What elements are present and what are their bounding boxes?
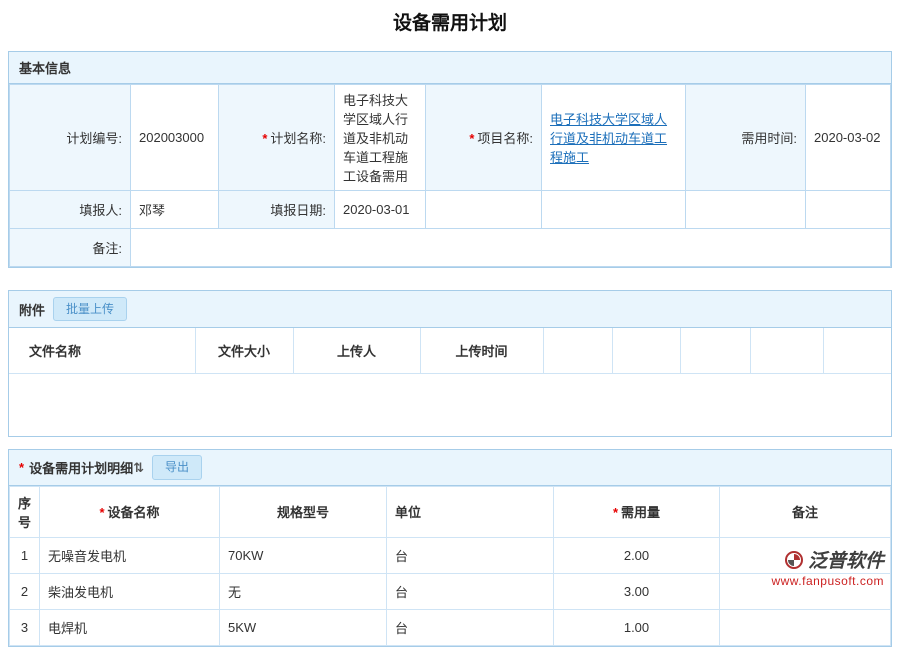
empty-cell bbox=[426, 191, 542, 229]
cell-unit: 台 bbox=[387, 573, 554, 609]
basic-info-title: 基本信息 bbox=[19, 58, 71, 77]
required-asterisk: * bbox=[99, 505, 104, 520]
table-row: 1 无噪音发电机 70KW 台 2.00 bbox=[10, 537, 891, 573]
remark-value bbox=[131, 229, 891, 267]
attachment-col-empty bbox=[680, 328, 750, 374]
basic-info-table: 计划编号: 202003000 *计划名称: 电子科技大学区域人行道及非机动车道… bbox=[9, 84, 891, 267]
plan-name-label-cell: *计划名称: bbox=[219, 85, 335, 191]
table-row: 2 柴油发电机 无 台 3.00 bbox=[10, 573, 891, 609]
basic-info-panel: 基本信息 计划编号: 202003000 *计划名称: 电子科技大学区域人行道及… bbox=[8, 51, 892, 268]
cell-qty: 3.00 bbox=[554, 573, 720, 609]
attachment-col-file-name: 文件名称 bbox=[9, 328, 195, 374]
sort-icon[interactable]: ⇅ bbox=[133, 460, 144, 476]
attachments-panel: 附件 批量上传 文件名称 文件大小 上传人 上传时间 bbox=[8, 290, 892, 437]
detail-header: * 设备需用计划明细 ⇅ 导出 bbox=[9, 450, 891, 485]
cell-spec: 5KW bbox=[220, 609, 387, 645]
detail-col-name-label: 设备名称 bbox=[108, 505, 160, 520]
detail-col-unit: 单位 bbox=[387, 486, 554, 537]
detail-col-name: * 设备名称 bbox=[40, 486, 220, 537]
need-time-label: 需用时间: bbox=[741, 131, 797, 146]
attachments-table: 文件名称 文件大小 上传人 上传时间 bbox=[9, 328, 891, 374]
cell-qty: 1.00 bbox=[554, 609, 720, 645]
cell-remark bbox=[720, 573, 891, 609]
required-asterisk: * bbox=[613, 505, 618, 520]
plan-no-value: 202003000 bbox=[131, 85, 219, 191]
cell-name: 无噪音发电机 bbox=[40, 537, 220, 573]
detail-col-spec: 规格型号 bbox=[220, 486, 387, 537]
plan-no-label: 计划编号: bbox=[66, 131, 122, 146]
cell-remark bbox=[720, 609, 891, 645]
reporter-label: 填报人: bbox=[79, 203, 122, 218]
page-title: 设备需用计划 bbox=[0, 0, 900, 35]
project-name-link[interactable]: 电子科技大学区域人行道及非机动车道工程施工 bbox=[550, 112, 667, 165]
detail-panel: * 设备需用计划明细 ⇅ 导出 序号 *设备名称 规格型号 单位 *需用量 备注… bbox=[8, 449, 892, 646]
empty-cell bbox=[806, 191, 891, 229]
required-asterisk: * bbox=[19, 460, 24, 475]
plan-no-label-cell: 计划编号: bbox=[10, 85, 131, 191]
remark-label-cell: 备注: bbox=[10, 229, 131, 267]
project-name-cell: 电子科技大学区域人行道及非机动车道工程施工 bbox=[542, 85, 686, 191]
cell-name: 柴油发电机 bbox=[40, 573, 220, 609]
detail-col-index: 序号 bbox=[10, 486, 40, 537]
detail-col-remark: 备注 bbox=[720, 486, 891, 537]
plan-name-label: 计划名称: bbox=[270, 131, 326, 146]
attachments-header: 附件 批量上传 bbox=[9, 291, 891, 328]
cell-remark bbox=[720, 537, 891, 573]
report-date-value: 2020-03-01 bbox=[335, 191, 426, 229]
required-asterisk: * bbox=[262, 131, 267, 146]
plan-name-value: 电子科技大学区域人行道及非机动车道工程施工设备需用 bbox=[335, 85, 426, 191]
cell-spec: 70KW bbox=[220, 537, 387, 573]
detail-col-qty-label: 需用量 bbox=[621, 505, 660, 520]
required-asterisk: * bbox=[469, 131, 474, 146]
attachments-title: 附件 bbox=[19, 300, 45, 319]
cell-spec: 无 bbox=[220, 573, 387, 609]
need-time-value: 2020-03-02 bbox=[806, 85, 891, 191]
cell-qty: 2.00 bbox=[554, 537, 720, 573]
cell-index: 2 bbox=[10, 573, 40, 609]
detail-title: 设备需用计划明细 bbox=[29, 458, 133, 477]
table-row: 3 电焊机 5KW 台 1.00 bbox=[10, 609, 891, 645]
attachment-col-uploader: 上传人 bbox=[293, 328, 420, 374]
detail-table: 序号 *设备名称 规格型号 单位 *需用量 备注 1 无噪音发电机 70KW 台… bbox=[9, 486, 891, 646]
project-name-label-cell: *项目名称: bbox=[426, 85, 542, 191]
report-date-label-cell: 填报日期: bbox=[219, 191, 335, 229]
attachment-col-file-size: 文件大小 bbox=[195, 328, 293, 374]
cell-index: 1 bbox=[10, 537, 40, 573]
attachment-col-empty bbox=[750, 328, 823, 374]
reporter-label-cell: 填报人: bbox=[10, 191, 131, 229]
detail-col-qty: *需用量 bbox=[554, 486, 720, 537]
attachment-col-upload-time: 上传时间 bbox=[420, 328, 543, 374]
report-date-label: 填报日期: bbox=[270, 203, 326, 218]
cell-unit: 台 bbox=[387, 609, 554, 645]
export-button[interactable]: 导出 bbox=[152, 455, 202, 479]
reporter-value: 邓琴 bbox=[131, 191, 219, 229]
cell-index: 3 bbox=[10, 609, 40, 645]
empty-cell bbox=[686, 191, 806, 229]
detail-title-wrap: * 设备需用计划明细 ⇅ bbox=[19, 458, 144, 477]
empty-cell bbox=[542, 191, 686, 229]
attachment-col-empty bbox=[543, 328, 612, 374]
cell-unit: 台 bbox=[387, 537, 554, 573]
basic-info-header: 基本信息 bbox=[9, 52, 891, 84]
attachment-col-empty bbox=[823, 328, 891, 374]
remark-label: 备注: bbox=[92, 241, 122, 256]
batch-upload-button[interactable]: 批量上传 bbox=[53, 297, 127, 321]
attachments-empty-body bbox=[9, 374, 891, 436]
project-name-label: 项目名称: bbox=[477, 131, 533, 146]
need-time-label-cell: 需用时间: bbox=[686, 85, 806, 191]
cell-name: 电焊机 bbox=[40, 609, 220, 645]
detail-header-row: 序号 *设备名称 规格型号 单位 *需用量 备注 bbox=[10, 486, 891, 537]
attachment-col-empty bbox=[612, 328, 680, 374]
